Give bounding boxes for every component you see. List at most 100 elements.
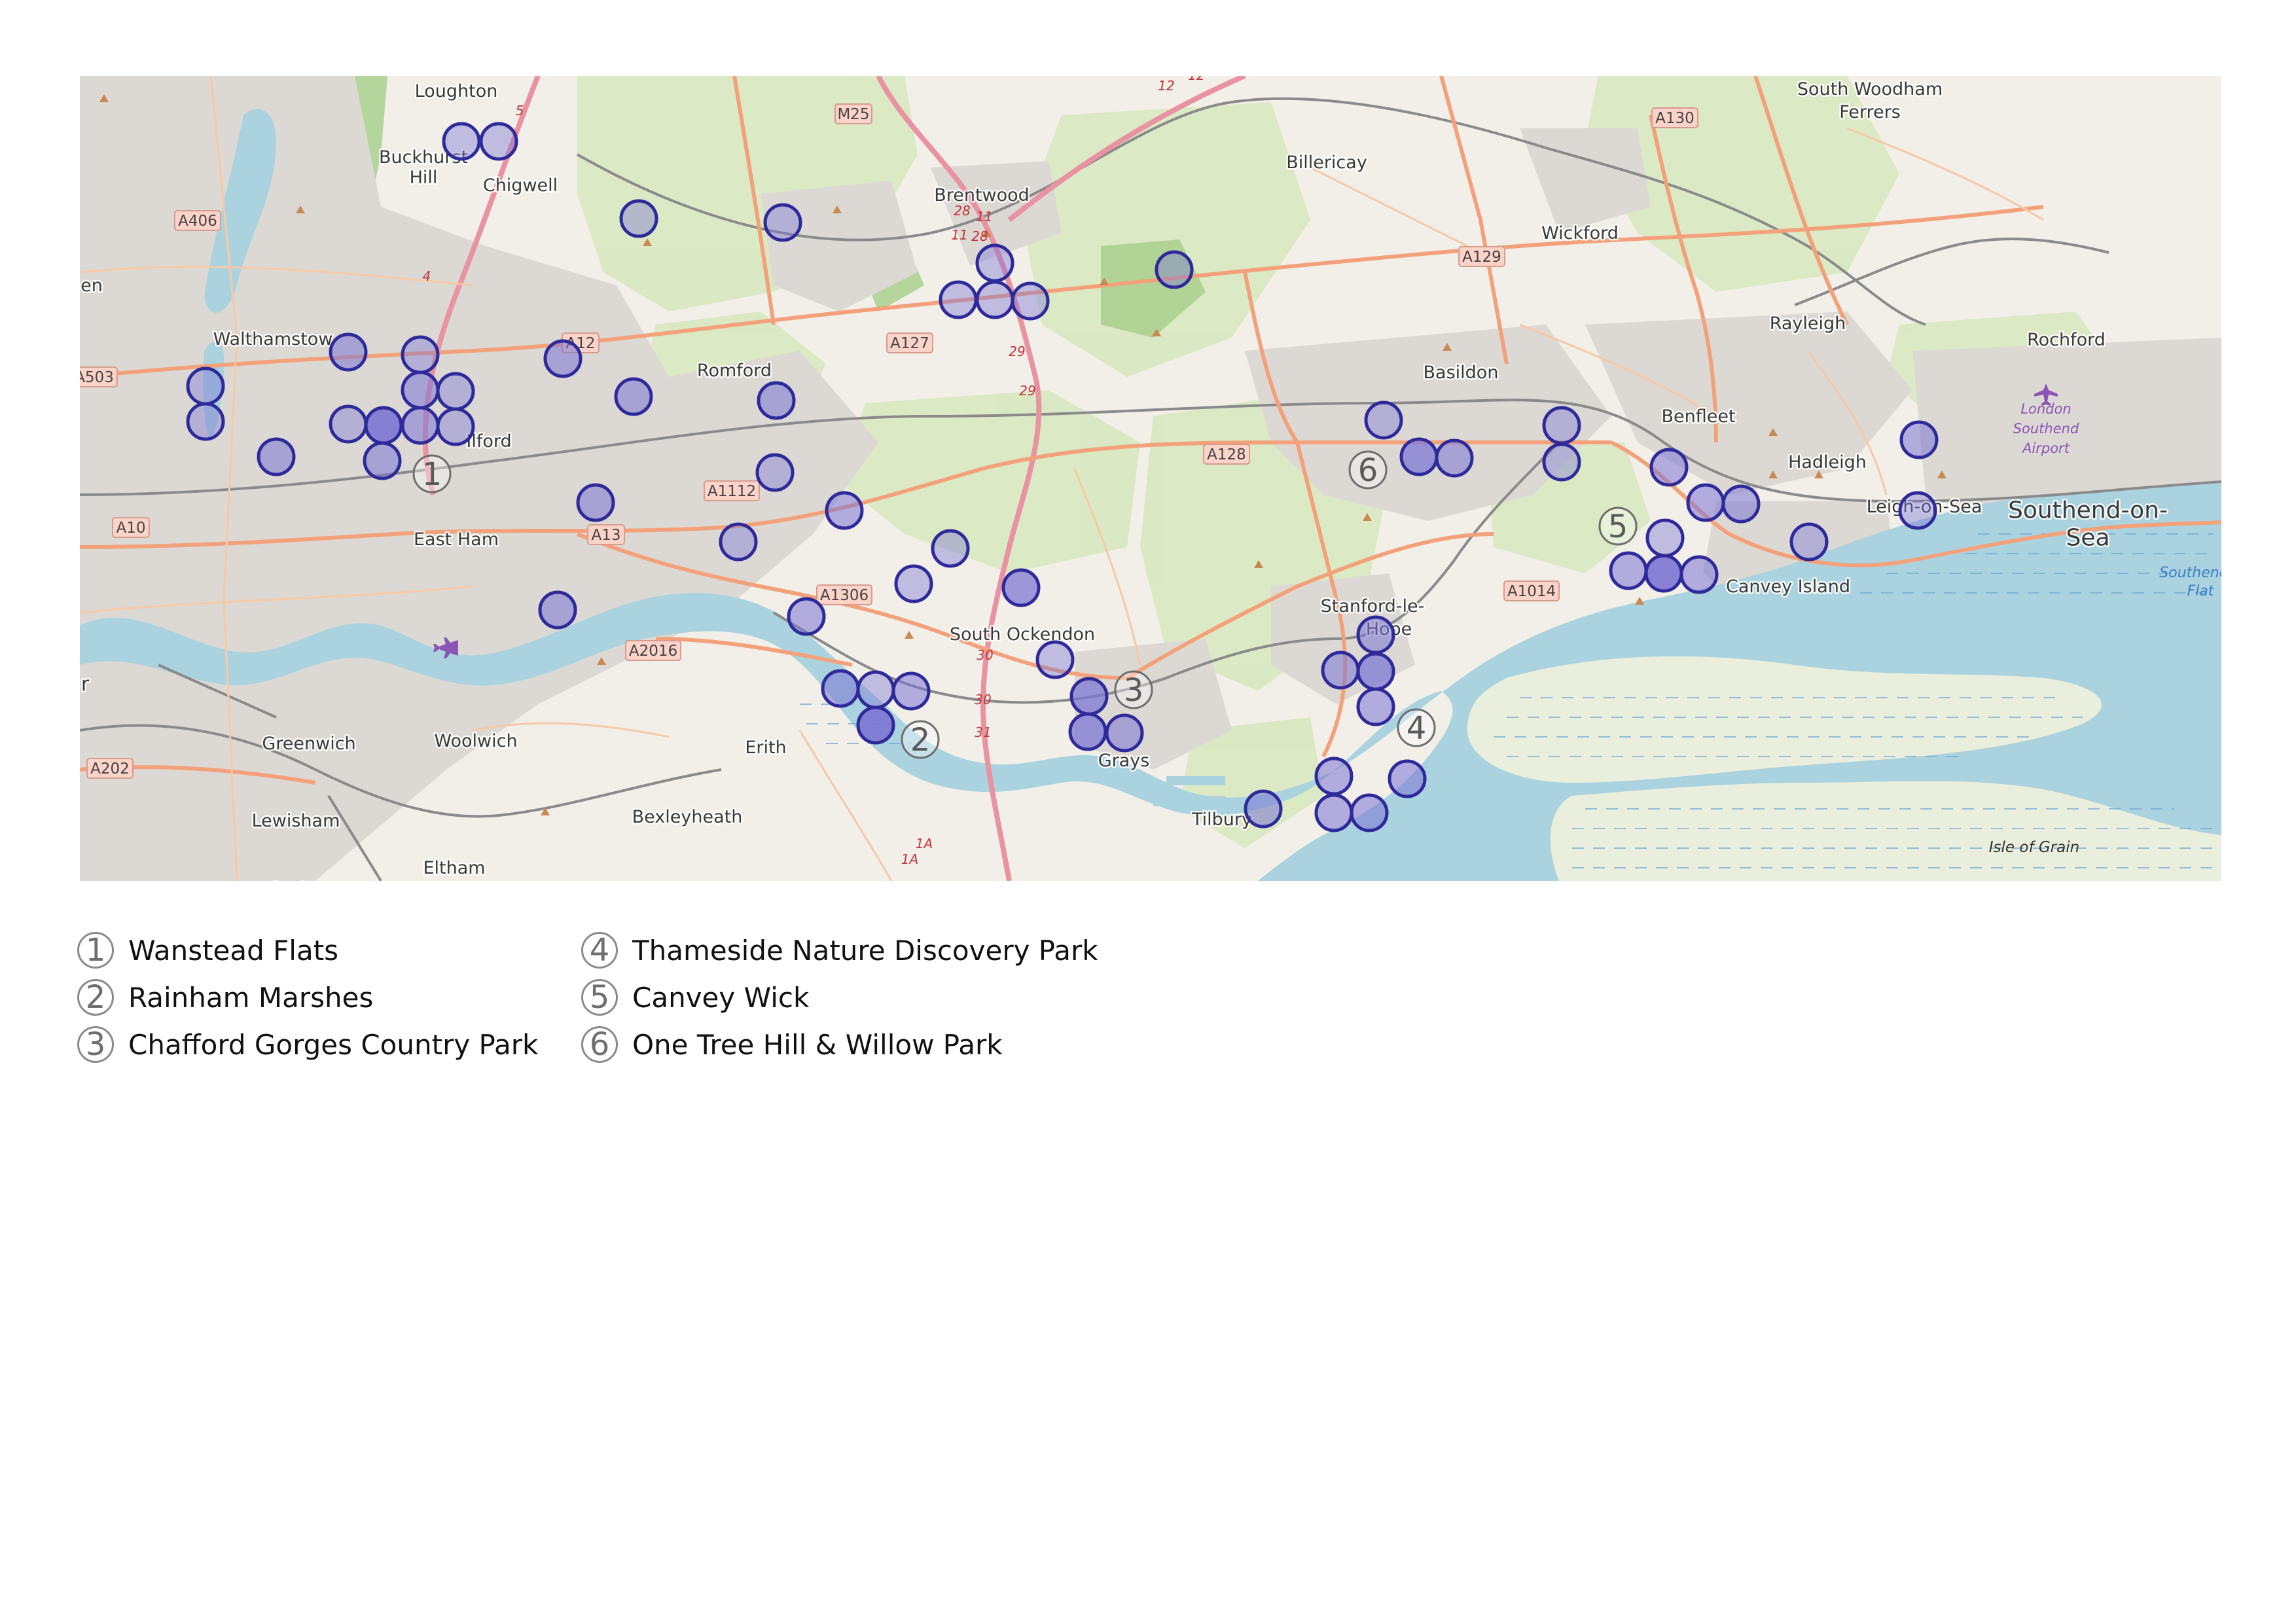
legend-number: 6 bbox=[581, 1026, 618, 1063]
junction-number: 30 bbox=[977, 647, 993, 663]
observation-marker[interactable] bbox=[856, 670, 895, 709]
observation-marker[interactable] bbox=[1899, 420, 1939, 459]
observation-marker[interactable] bbox=[787, 597, 826, 636]
observation-marker[interactable] bbox=[257, 437, 296, 476]
observation-marker[interactable] bbox=[329, 404, 368, 444]
road-shield: A1306 bbox=[816, 584, 872, 605]
road-shield-label: A1306 bbox=[820, 587, 869, 604]
observation-marker[interactable] bbox=[364, 406, 403, 445]
place-label: Catford bbox=[240, 880, 306, 881]
observation-marker[interactable] bbox=[1105, 713, 1144, 753]
road-shield: A13 bbox=[587, 524, 625, 545]
observation-marker[interactable] bbox=[1321, 651, 1360, 690]
water-label: Flat bbox=[2187, 583, 2215, 599]
road-shield: A129 bbox=[1458, 246, 1505, 267]
place-label: Rayleigh bbox=[1770, 313, 1846, 334]
observation-marker[interactable] bbox=[1314, 793, 1354, 832]
observation-marker[interactable] bbox=[576, 483, 615, 522]
water-label: Southend bbox=[2159, 565, 2221, 581]
place-label: Billericay bbox=[1286, 152, 1367, 173]
observation-marker[interactable] bbox=[975, 243, 1014, 283]
observation-marker[interactable] bbox=[757, 381, 796, 420]
observation-marker[interactable] bbox=[975, 280, 1014, 319]
map-canvas[interactable]: LoughtonBuckhurstHill ChigwellWalthamstow… bbox=[80, 76, 2221, 881]
observation-marker[interactable] bbox=[1356, 615, 1395, 654]
junction-number: 29 bbox=[1019, 383, 1035, 399]
observation-marker[interactable] bbox=[1155, 250, 1194, 289]
observation-marker[interactable] bbox=[1356, 652, 1395, 691]
road-shield: A10 bbox=[112, 517, 150, 538]
observation-marker[interactable] bbox=[1314, 757, 1354, 796]
road-shield-label: A2016 bbox=[629, 643, 677, 660]
map-frame[interactable]: Loughton Buckhurst Hill Chigwell Walthamstow… bbox=[80, 76, 2221, 881]
site-number: 2 bbox=[910, 722, 931, 758]
observation-marker[interactable] bbox=[401, 370, 440, 410]
observation-marker[interactable] bbox=[1645, 518, 1685, 558]
observation-marker[interactable] bbox=[1356, 687, 1395, 726]
observation-marker[interactable] bbox=[1721, 484, 1761, 524]
base-map bbox=[80, 76, 2221, 881]
legend-number: 1 bbox=[77, 932, 114, 969]
observation-marker[interactable] bbox=[329, 332, 368, 372]
observation-marker[interactable] bbox=[939, 280, 978, 319]
site-number: 3 bbox=[1124, 672, 1144, 709]
observation-marker[interactable] bbox=[363, 441, 402, 480]
observation-marker[interactable] bbox=[1686, 483, 1725, 522]
observation-marker[interactable] bbox=[436, 407, 475, 446]
junction-number: 11 bbox=[976, 209, 992, 224]
observation-marker[interactable] bbox=[1542, 406, 1581, 445]
observation-marker[interactable] bbox=[891, 671, 931, 711]
observation-marker[interactable] bbox=[543, 339, 583, 378]
observation-marker[interactable] bbox=[1001, 568, 1041, 607]
observation-marker[interactable] bbox=[442, 122, 481, 161]
observation-marker[interactable] bbox=[538, 590, 577, 630]
observation-marker[interactable] bbox=[1035, 640, 1075, 679]
observation-marker[interactable] bbox=[1364, 401, 1403, 440]
legend-number: 2 bbox=[77, 979, 114, 1016]
observation-marker[interactable] bbox=[763, 203, 802, 242]
junction-number: 30 bbox=[975, 692, 991, 707]
observation-marker[interactable] bbox=[719, 522, 758, 562]
observation-marker[interactable] bbox=[401, 406, 440, 445]
legend-number: 3 bbox=[77, 1026, 114, 1063]
observation-marker[interactable] bbox=[931, 529, 970, 568]
road-shield: M25 bbox=[834, 103, 872, 124]
observation-marker[interactable] bbox=[1399, 437, 1439, 476]
observation-marker[interactable] bbox=[1649, 448, 1689, 487]
observation-marker[interactable] bbox=[186, 366, 225, 406]
place-label: Ferrers bbox=[1839, 102, 1901, 122]
observation-marker[interactable] bbox=[1679, 555, 1719, 594]
observation-marker[interactable] bbox=[755, 453, 795, 492]
observation-marker[interactable] bbox=[1388, 759, 1427, 798]
observation-marker[interactable] bbox=[821, 669, 860, 708]
observation-marker[interactable] bbox=[1789, 522, 1829, 562]
observation-marker[interactable] bbox=[1644, 554, 1683, 593]
observation-marker[interactable] bbox=[1609, 551, 1648, 590]
observation-marker[interactable] bbox=[825, 491, 864, 530]
observation-marker[interactable] bbox=[856, 705, 895, 745]
observation-marker[interactable] bbox=[1068, 712, 1107, 751]
observation-marker[interactable] bbox=[479, 122, 518, 161]
observation-marker[interactable] bbox=[1542, 442, 1581, 482]
road-shield: A202 bbox=[86, 758, 134, 779]
observation-marker[interactable] bbox=[1435, 438, 1474, 478]
legend-label: Chafford Gorges Country Park bbox=[128, 1028, 539, 1061]
place-label: Walthamstow bbox=[213, 329, 333, 349]
observation-marker[interactable] bbox=[1350, 793, 1389, 832]
observation-marker[interactable] bbox=[401, 335, 440, 374]
road-shield-label: A127 bbox=[890, 335, 929, 352]
observation-marker[interactable] bbox=[436, 372, 475, 411]
junction-number: 4 bbox=[423, 268, 431, 284]
road-shield-label: A128 bbox=[1207, 446, 1246, 463]
observation-marker[interactable] bbox=[186, 402, 225, 441]
observation-marker[interactable] bbox=[1898, 491, 1937, 530]
observation-marker[interactable] bbox=[614, 377, 653, 416]
observation-marker[interactable] bbox=[1244, 789, 1283, 829]
place-label: East Ham bbox=[414, 529, 499, 550]
observation-marker[interactable] bbox=[1069, 677, 1109, 716]
observation-marker[interactable] bbox=[1011, 281, 1050, 321]
road-shield-label: A202 bbox=[90, 760, 130, 777]
observation-marker[interactable] bbox=[894, 564, 933, 603]
site-number-marker: 1 bbox=[412, 454, 452, 493]
observation-marker[interactable] bbox=[619, 199, 658, 238]
